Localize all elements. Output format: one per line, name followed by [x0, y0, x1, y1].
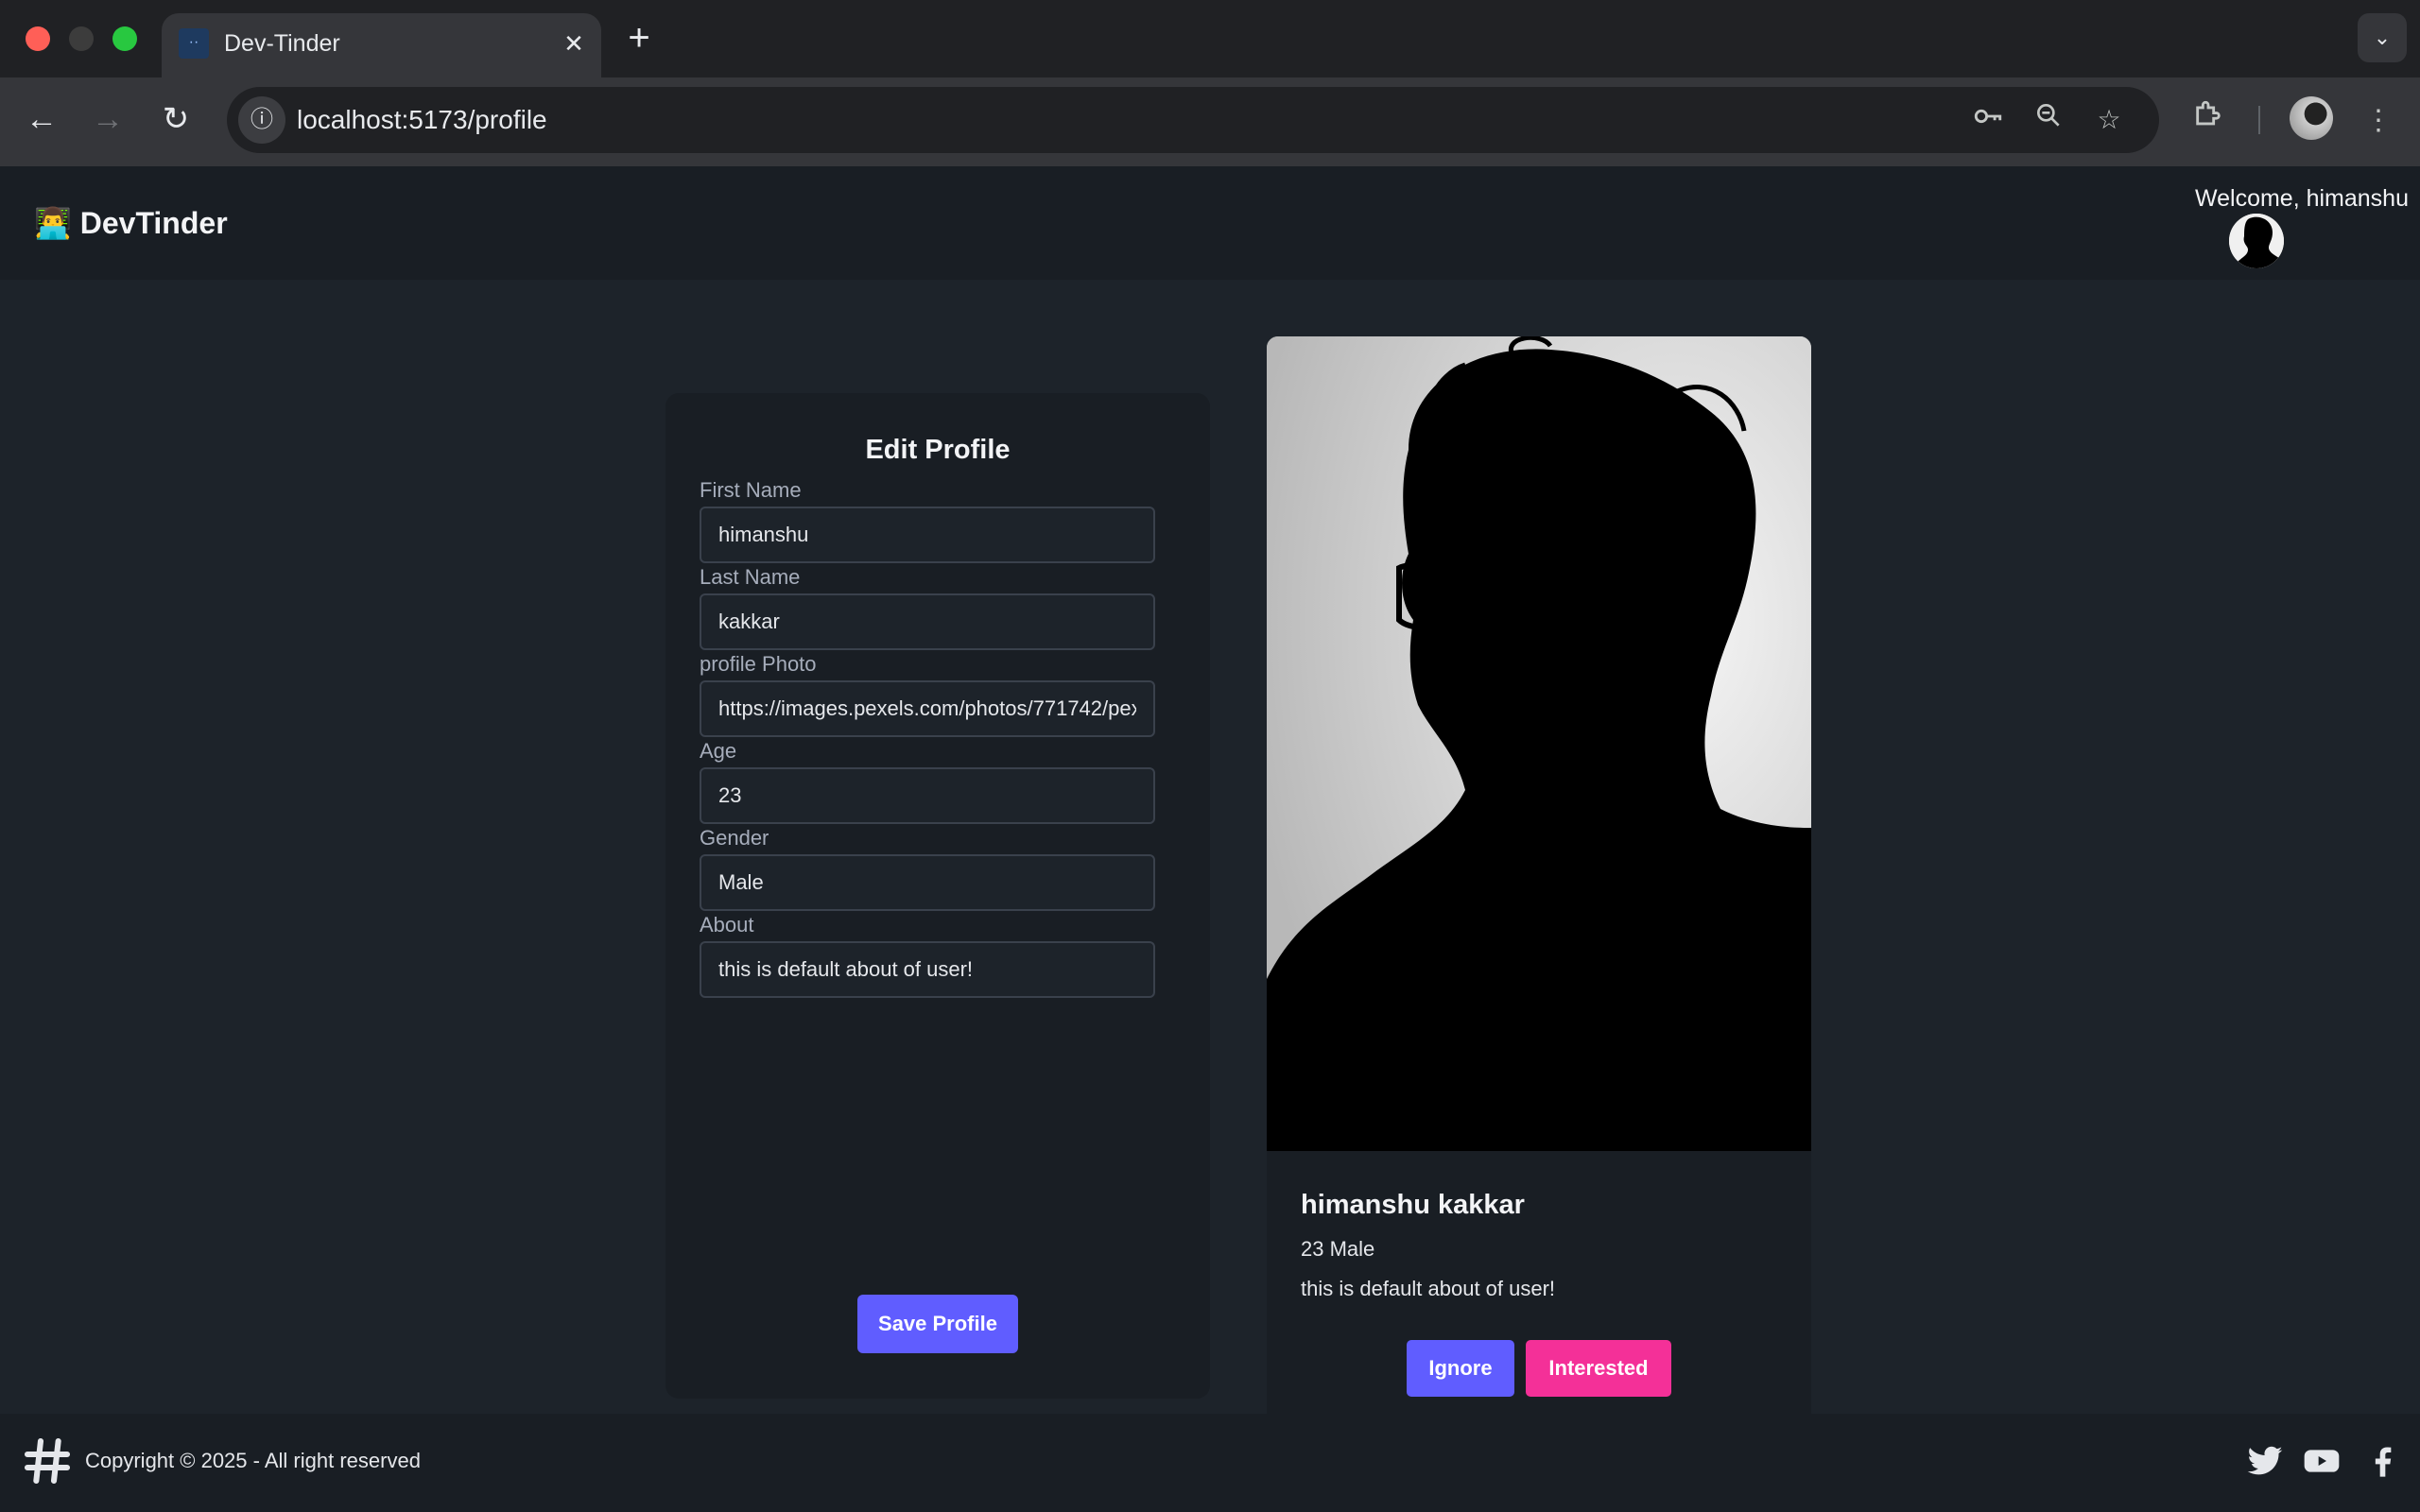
tab-close-icon[interactable]: ✕: [557, 26, 591, 60]
extensions-puzzle-icon[interactable]: [2186, 98, 2231, 144]
tab-search-button[interactable]: ⌄: [2358, 13, 2407, 62]
user-avatar[interactable]: [2229, 214, 2284, 268]
facebook-icon[interactable]: [2363, 1442, 2401, 1480]
preview-age-gender: 23 Male: [1301, 1237, 1375, 1261]
edit-profile-title: Edit Profile: [865, 435, 1011, 465]
password-key-icon[interactable]: [1968, 100, 2008, 140]
profile-photo-label: profile Photo: [700, 652, 817, 676]
bookmark-star-icon[interactable]: ☆: [2089, 100, 2129, 140]
window-minimize-button[interactable]: [69, 26, 94, 51]
site-info-icon[interactable]: ⓘ: [238, 96, 285, 144]
first-name-label: First Name: [700, 478, 802, 502]
browser-profile-avatar[interactable]: [2290, 96, 2333, 140]
youtube-icon[interactable]: [2303, 1442, 2341, 1480]
welcome-text: Welcome, himanshu: [2194, 185, 2409, 212]
age-label: Age: [700, 739, 737, 763]
age-input[interactable]: [700, 767, 1155, 824]
profile-photo: [1267, 336, 1811, 1151]
last-name-label: Last Name: [700, 565, 801, 589]
toolbar-divider: [2258, 106, 2260, 134]
save-profile-button[interactable]: Save Profile: [857, 1295, 1018, 1353]
preview-name: himanshu kakkar: [1301, 1190, 1525, 1220]
gender-label: Gender: [700, 826, 769, 850]
favicon-icon: ··: [179, 28, 209, 59]
about-input[interactable]: [700, 941, 1155, 998]
browser-tab-active[interactable]: ·· Dev-Tinder ✕: [162, 13, 601, 77]
address-bar[interactable]: ⓘ localhost:5173/profile ☆: [227, 87, 2159, 153]
zoom-icon[interactable]: [2029, 100, 2068, 140]
back-arrow-icon[interactable]: ←: [17, 94, 66, 144]
interested-button[interactable]: Interested: [1526, 1340, 1671, 1397]
first-name-input[interactable]: [700, 507, 1155, 563]
hashtag-logo-icon: [21, 1435, 74, 1487]
gender-input[interactable]: [700, 854, 1155, 911]
ignore-button[interactable]: Ignore: [1407, 1340, 1514, 1397]
last-name-input[interactable]: [700, 593, 1155, 650]
footer: Copyright © 2025 - All right reserved: [0, 1414, 2420, 1512]
browser-tab-bar: ·· Dev-Tinder ✕ + ⌄: [0, 0, 2420, 77]
copyright-text: Copyright © 2025 - All right reserved: [85, 1449, 421, 1472]
forward-arrow-icon[interactable]: →: [83, 94, 132, 144]
window-maximize-button[interactable]: [112, 26, 137, 51]
browser-toolbar: ← → ↻ ⓘ localhost:5173/profile ☆ ⋮: [0, 77, 2420, 166]
window-close-button[interactable]: [26, 26, 50, 51]
new-tab-button[interactable]: +: [618, 15, 660, 60]
app-navbar: 👨‍💻 DevTinder Welcome, himanshu: [0, 166, 2420, 280]
user-preview-card: himanshu kakkar 23 Male this is default …: [1267, 336, 1811, 1414]
profile-photo-input[interactable]: [700, 680, 1155, 737]
preview-about: this is default about of user!: [1301, 1277, 1556, 1300]
about-label: About: [700, 913, 754, 936]
reload-icon[interactable]: ↻: [151, 94, 200, 144]
tab-title: Dev-Tinder: [224, 30, 340, 57]
brand-logo[interactable]: 👨‍💻 DevTinder: [34, 200, 228, 246]
browser-menu-icon[interactable]: ⋮: [2356, 98, 2401, 144]
edit-profile-card: Edit Profile First Name Last Name profil…: [666, 393, 1210, 1399]
twitter-icon[interactable]: [2246, 1442, 2284, 1480]
url-text[interactable]: localhost:5173/profile: [297, 100, 547, 140]
